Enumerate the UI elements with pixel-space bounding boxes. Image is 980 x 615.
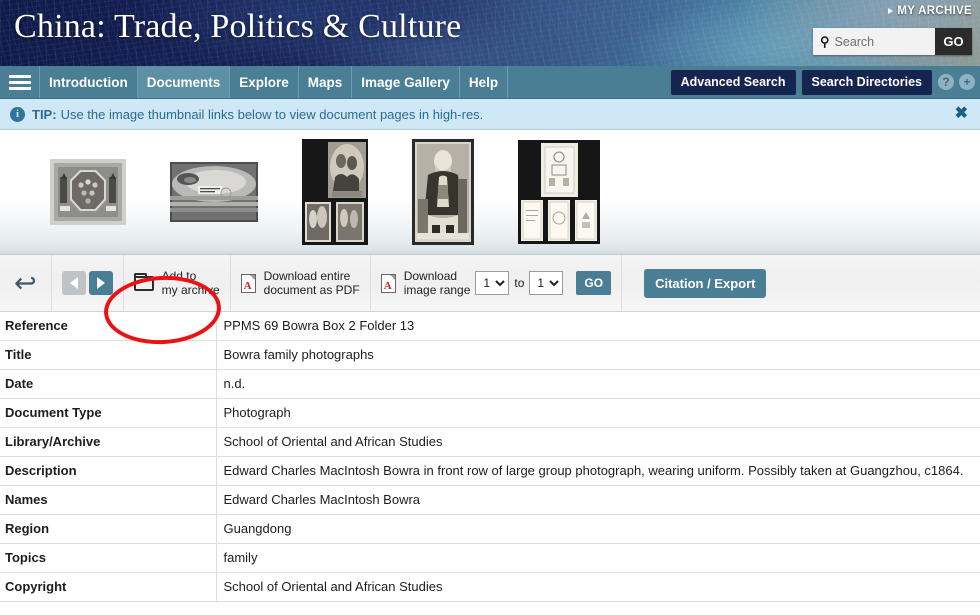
nav-item-help[interactable]: Help (460, 66, 509, 98)
table-row: Library/Archive School of Oriental and A… (0, 427, 980, 457)
chevron-right-icon (96, 277, 105, 289)
metadata-key: Topics (0, 543, 217, 573)
metadata-value: School of Oriental and African Studies (216, 572, 980, 602)
metadata-value: Bowra family photographs (216, 340, 980, 370)
advanced-search-button[interactable]: Advanced Search (670, 69, 796, 95)
pager (61, 271, 113, 295)
table-row: Region Guangdong (0, 514, 980, 544)
range-to-word: to (514, 276, 525, 290)
download-image-range-label: Download image range (403, 269, 471, 297)
hamburger-menu-icon[interactable] (0, 66, 40, 98)
search-input[interactable] (834, 34, 927, 49)
document-toolbar-wrap: ↩ Add to my archive Download entire docu… (0, 255, 980, 312)
metadata-value: Edward Charles MacIntosh Bowra in front … (216, 456, 980, 486)
thumbnail-strip (0, 130, 980, 255)
back-arrow-icon: ↩ (14, 267, 37, 298)
caret-right-icon (888, 8, 894, 14)
nav-item-explore[interactable]: Explore (230, 66, 299, 98)
folder-icon (133, 272, 154, 291)
metadata-body: Reference PPMS 69 Bowra Box 2 Folder 13 … (0, 312, 980, 602)
citation-export-button[interactable]: Citation / Export (644, 268, 767, 298)
pdf-file-icon (240, 273, 256, 293)
pdf-file-icon (380, 273, 396, 293)
back-button[interactable]: ↩ (0, 255, 52, 311)
site-header: China: Trade, Politics & Culture MY ARCH… (0, 0, 980, 66)
album-page-documents-thumbnail (518, 140, 600, 244)
metadata-value: School of Oriental and African Studies (216, 427, 980, 457)
search-icon: ⚲ (820, 34, 830, 49)
metadata-value: PPMS 69 Bowra Box 2 Folder 13 (216, 312, 980, 341)
main-navigation: Introduction Documents Explore Maps Imag… (0, 66, 980, 99)
table-row: Date n.d. (0, 369, 980, 399)
next-page-button[interactable] (88, 271, 113, 295)
table-row: Copyright School of Oriental and African… (0, 572, 980, 602)
metadata-key: Library/Archive (0, 427, 217, 457)
range-go-button[interactable]: GO (576, 271, 612, 295)
metadata-key: Title (0, 340, 217, 370)
hamburger-bar (8, 80, 31, 84)
chevron-left-icon (69, 277, 78, 289)
table-row: Names Edward Charles MacIntosh Bowra (0, 485, 980, 515)
nav-item-maps[interactable]: Maps (299, 66, 353, 98)
download-image-range-group: Download image range 1 to 1 GO (371, 255, 623, 311)
table-row: Title Bowra family photographs (0, 340, 980, 370)
thumbnail-4[interactable] (412, 139, 474, 245)
range-to-select[interactable]: 1 (529, 271, 564, 295)
hamburger-bar (8, 74, 31, 78)
plus-circle-icon[interactable]: + (959, 74, 975, 90)
pagination-controls (52, 255, 124, 311)
help-circle-icon[interactable]: ? (938, 74, 954, 90)
search-go-button[interactable]: GO (935, 28, 972, 55)
document-toolbar: ↩ Add to my archive Download entire docu… (0, 255, 980, 312)
hamburger-bar (8, 86, 31, 90)
octagonal-group-photograph-thumbnail (50, 159, 126, 225)
table-row: Description Edward Charles MacIntosh Bow… (0, 456, 980, 486)
search-field-wrap: ⚲ (813, 28, 935, 55)
add-to-my-archive-button[interactable]: Add to my archive (124, 255, 231, 311)
tip-banner: i TIP: Use the image thumbnail links bel… (0, 99, 980, 130)
download-pdf-label: Download entire document as PDF (263, 269, 360, 297)
seated-man-portrait-thumbnail (412, 139, 474, 245)
my-archive-link[interactable]: MY ARCHIVE (888, 5, 972, 17)
document-metadata-table: Reference PPMS 69 Bowra Box 2 Folder 13 … (0, 312, 980, 602)
metadata-key: Description (0, 456, 217, 486)
header-search: ⚲ GO (813, 28, 972, 55)
my-archive-label: MY ARCHIVE (897, 5, 972, 17)
range-from-select[interactable]: 1 (475, 271, 510, 295)
tip-label: TIP: (32, 106, 57, 122)
site-title: China: Trade, Politics & Culture (14, 8, 462, 45)
metadata-key: Date (0, 369, 217, 399)
metadata-value: Edward Charles MacIntosh Bowra (216, 485, 980, 515)
metadata-key: Document Type (0, 398, 217, 428)
metadata-key: Reference (0, 312, 217, 341)
metadata-value: Guangdong (216, 514, 980, 544)
metadata-key: Region (0, 514, 217, 544)
nav-item-image-gallery[interactable]: Image Gallery (352, 66, 460, 98)
previous-page-button[interactable] (61, 271, 86, 295)
album-page-portraits-thumbnail (302, 139, 368, 245)
table-row: Topics family (0, 543, 980, 573)
metadata-value: family (216, 543, 980, 573)
thumbnail-5[interactable] (518, 140, 600, 244)
info-icon: i (10, 106, 25, 122)
faded-landscape-photograph-thumbnail (170, 162, 258, 222)
search-directories-button[interactable]: Search Directories (801, 69, 932, 95)
metadata-value: Photograph (216, 398, 980, 428)
tip-text: Use the image thumbnail links below to v… (60, 106, 484, 122)
add-to-my-archive-label: Add to my archive (161, 269, 220, 297)
citation-export-cell: Citation / Export (622, 255, 776, 311)
table-row: Reference PPMS 69 Bowra Box 2 Folder 13 (0, 312, 980, 341)
nav-item-documents[interactable]: Documents (137, 66, 231, 98)
thumbnail-1[interactable] (50, 159, 126, 225)
table-row: Document Type Photograph (0, 398, 980, 428)
metadata-key: Copyright (0, 572, 217, 602)
download-pdf-button[interactable]: Download entire document as PDF (231, 255, 371, 311)
thumbnail-2[interactable] (170, 162, 258, 222)
close-icon[interactable]: ✖ (955, 106, 968, 122)
nav-item-introduction[interactable]: Introduction (40, 66, 138, 98)
metadata-key: Names (0, 485, 217, 515)
metadata-value: n.d. (216, 369, 980, 399)
thumbnail-3[interactable] (302, 139, 368, 245)
